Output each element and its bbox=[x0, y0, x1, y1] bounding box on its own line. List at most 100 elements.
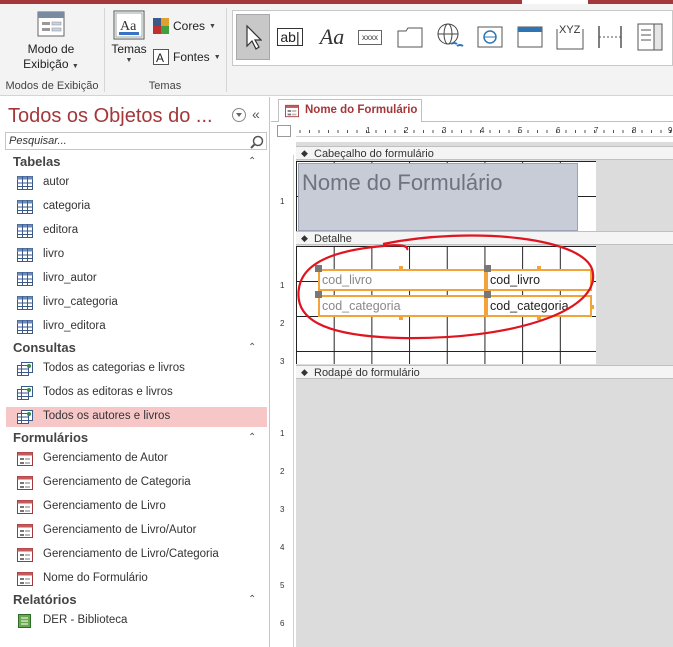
form-view-icon bbox=[37, 11, 65, 37]
nav-item-query[interactable]: Todos as categorias e livros bbox=[6, 359, 267, 379]
textbox-cod-categoria[interactable]: cod_categoria bbox=[486, 295, 592, 317]
tab-nome-do-formulario[interactable]: Nome do Formulário bbox=[278, 99, 422, 122]
search-icon[interactable] bbox=[250, 135, 264, 149]
tab-control[interactable] bbox=[393, 14, 427, 60]
collapse-section-icon[interactable]: ⌃ bbox=[248, 594, 256, 605]
nav-item-label: Nome do Formulário bbox=[43, 572, 148, 584]
label-cod-categoria-text: cod_categoria bbox=[322, 299, 401, 313]
nav-item-label: Gerenciamento de Livro/Autor bbox=[43, 524, 197, 536]
ruler-number: 5 bbox=[280, 581, 285, 590]
table-icon bbox=[17, 320, 33, 334]
themes-icon: Aa bbox=[113, 10, 145, 40]
form-title-label[interactable]: Nome do Formulário bbox=[298, 163, 578, 231]
move-handle[interactable] bbox=[484, 291, 491, 298]
section-header-forms[interactable]: Formulários bbox=[13, 430, 88, 445]
page-break-control[interactable] bbox=[593, 14, 627, 60]
nav-item-table[interactable]: livro_categoria bbox=[6, 293, 267, 313]
tab-control-icon bbox=[397, 27, 423, 48]
nav-item-table[interactable]: categoria bbox=[6, 197, 267, 217]
resize-handle[interactable] bbox=[537, 316, 541, 320]
nav-item-form[interactable]: Gerenciamento de Livro/Categoria bbox=[6, 545, 267, 565]
nav-item-query[interactable]: Todos os autores e livros bbox=[6, 407, 267, 427]
move-handle[interactable] bbox=[315, 265, 322, 272]
ruler-number: 8 bbox=[632, 126, 637, 135]
title-bar-strip bbox=[0, 0, 673, 4]
horizontal-ruler[interactable]: 1 2 3 4 5 6 7 8 9 bbox=[296, 125, 673, 137]
select-pointer-control[interactable] bbox=[236, 14, 270, 60]
nav-item-table[interactable]: livro_autor bbox=[6, 269, 267, 289]
colors-button[interactable]: Cores ▼ bbox=[153, 18, 216, 34]
resize-handle[interactable] bbox=[590, 279, 594, 283]
label-cod-livro[interactable]: cod_livro bbox=[318, 269, 486, 291]
table-icon bbox=[17, 296, 33, 310]
ruler-number: 5 bbox=[518, 126, 523, 135]
svg-text:Aa: Aa bbox=[120, 19, 137, 34]
section-header-tables[interactable]: Tabelas bbox=[13, 154, 60, 169]
nav-item-query[interactable]: Todos as editoras e livros bbox=[6, 383, 267, 403]
nav-item-table[interactable]: autor bbox=[6, 173, 267, 193]
search-input[interactable] bbox=[5, 132, 267, 150]
label-control[interactable]: Aa bbox=[315, 14, 349, 60]
textbox-control[interactable]: ab| bbox=[273, 14, 307, 60]
nav-item-label: autor bbox=[43, 176, 70, 188]
resize-handle[interactable] bbox=[399, 316, 403, 320]
navigation-control[interactable] bbox=[513, 14, 547, 60]
vertical-ruler[interactable]: 1 1 2 3 1 2 3 4 5 6 7 bbox=[276, 155, 294, 647]
resize-handle[interactable] bbox=[590, 305, 594, 309]
query-icon bbox=[17, 386, 33, 400]
nav-pane-title[interactable]: Todos os Objetos do ... bbox=[8, 105, 213, 128]
nav-item-report[interactable]: DER - Biblioteca bbox=[6, 611, 267, 631]
resize-handle[interactable] bbox=[537, 266, 541, 270]
web-browser-control[interactable] bbox=[473, 14, 507, 60]
ruler-number: 3 bbox=[442, 126, 447, 135]
navigation-pane: Todos os Objetos do ... « Tabelas ⌃ auto… bbox=[0, 97, 270, 647]
title-bar-segment bbox=[588, 0, 673, 4]
view-button[interactable]: Modo de Exibição ▼ bbox=[18, 10, 84, 74]
hyperlink-control[interactable] bbox=[433, 14, 467, 60]
nav-item-label: DER - Biblioteca bbox=[43, 614, 128, 626]
form-design-area: Nome do Formulário 1 2 3 4 5 6 7 8 9 ◆ C… bbox=[271, 97, 673, 647]
nav-item-form[interactable]: Gerenciamento de Autor bbox=[6, 449, 267, 469]
nav-item-form[interactable]: Gerenciamento de Livro bbox=[6, 497, 267, 517]
textbox-cod-livro[interactable]: cod_livro bbox=[486, 269, 592, 291]
ruler-number: 3 bbox=[280, 505, 285, 514]
move-handle[interactable] bbox=[315, 291, 322, 298]
option-group-control[interactable]: XYZ bbox=[553, 14, 587, 60]
collapse-section-icon[interactable]: ⌃ bbox=[248, 342, 256, 353]
form-icon bbox=[285, 104, 299, 118]
nav-item-form[interactable]: Gerenciamento de Categoria bbox=[6, 473, 267, 493]
form-icon bbox=[17, 572, 33, 586]
nav-item-table[interactable]: livro_editora bbox=[6, 317, 267, 337]
collapse-section-icon[interactable]: ⌃ bbox=[248, 432, 256, 443]
nav-item-label: Todos as categorias e livros bbox=[43, 362, 185, 374]
ruler-number: 1 bbox=[280, 281, 285, 290]
themes-button[interactable]: Aa Temas ▼ bbox=[110, 10, 148, 64]
nav-item-form[interactable]: Nome do Formulário bbox=[6, 569, 267, 589]
section-bar-form-header[interactable]: ◆ Cabeçalho do formulário bbox=[296, 146, 673, 160]
controls-gallery: ab| Aa xxxx XYZ bbox=[232, 10, 673, 66]
section-header-queries[interactable]: Consultas bbox=[13, 340, 76, 355]
ruler-number: 1 bbox=[366, 126, 371, 135]
collapse-pane-icon[interactable]: « bbox=[252, 106, 260, 122]
button-control[interactable]: xxxx bbox=[353, 14, 387, 60]
label-icon: Aa bbox=[319, 24, 345, 49]
label-cod-categoria[interactable]: cod_categoria bbox=[318, 295, 486, 317]
combo-box-control[interactable] bbox=[633, 14, 667, 60]
nav-item-table[interactable]: livro bbox=[6, 245, 267, 265]
resize-handle[interactable] bbox=[399, 266, 403, 270]
nav-menu-icon[interactable] bbox=[232, 108, 246, 122]
nav-item-label: Gerenciamento de Livro/Categoria bbox=[43, 548, 219, 560]
section-arrow-icon: ◆ bbox=[301, 233, 308, 243]
ruler-number: 1 bbox=[280, 197, 285, 206]
nav-item-table[interactable]: editora bbox=[6, 221, 267, 241]
section-bar-form-footer[interactable]: ◆ Rodapé do formulário bbox=[296, 365, 673, 379]
chevron-down-icon: ▼ bbox=[213, 53, 221, 61]
section-header-reports[interactable]: Relatórios bbox=[13, 592, 77, 607]
collapse-section-icon[interactable]: ⌃ bbox=[248, 156, 256, 167]
move-handle[interactable] bbox=[484, 265, 491, 272]
form-selector[interactable] bbox=[277, 125, 291, 137]
section-bar-detail[interactable]: ◆ Detalhe bbox=[296, 231, 673, 245]
pointer-icon bbox=[246, 24, 262, 50]
nav-item-form[interactable]: Gerenciamento de Livro/Autor bbox=[6, 521, 267, 541]
fonts-button[interactable]: A Fontes ▼ bbox=[153, 49, 221, 65]
